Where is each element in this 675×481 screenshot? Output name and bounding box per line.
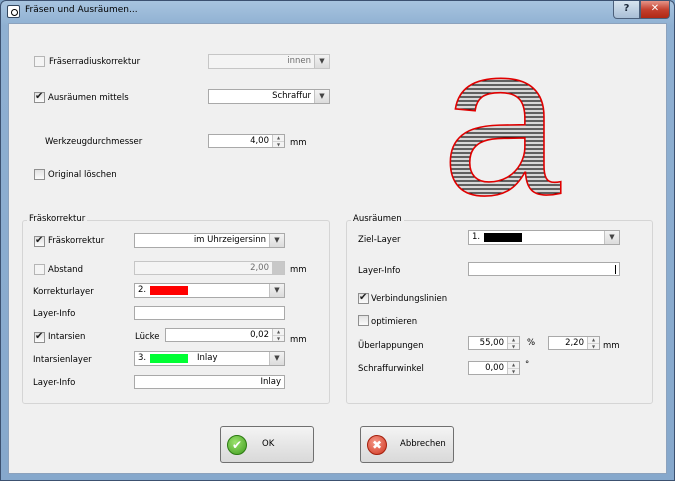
ueberlappungen-mm-unit: mm — [603, 341, 620, 351]
ueberlappungen-percent-value: 55,00 — [479, 338, 504, 348]
title-bar[interactable]: Fräsen und Ausräumen... ? ✕ — [1, 1, 674, 23]
abstand-value: 2,00 — [250, 263, 269, 273]
text-cursor — [615, 265, 616, 274]
layerinfo2-input[interactable]: Inlay — [134, 375, 285, 389]
spin-down-icon[interactable]: ▼ — [508, 343, 519, 349]
werkzeug-spinner[interactable]: 4,00 ▲ ▼ — [208, 134, 285, 148]
fraeserradius-select-value: innen — [287, 56, 311, 66]
abstand-unit: mm — [290, 265, 307, 275]
chevron-down-icon: ▼ — [604, 231, 619, 244]
layerinfo2-label: Layer-Info — [33, 378, 76, 388]
abstand-spinner[interactable]: 2,00 — [134, 261, 285, 275]
spin-buttons[interactable]: ▲ ▼ — [507, 362, 519, 374]
ausraeumen-select[interactable]: Schraffur ▼ — [208, 89, 330, 104]
korrekturlayer-label: Korrekturlayer — [33, 287, 94, 297]
ausraeumen-select-value: Schraffur — [272, 91, 311, 101]
abstand-checkbox[interactable] — [34, 264, 45, 275]
fraeserradius-label: Fräserradiuskorrektur — [49, 57, 141, 67]
ziellayer-number: 1. — [472, 232, 481, 242]
ziellayer-color-swatch — [484, 233, 522, 242]
fraeskorrektur-checkbox[interactable] — [34, 234, 45, 248]
layerinfo1-label: Layer-Info — [33, 309, 76, 319]
cancel-button-label: Abbrechen — [400, 439, 446, 449]
ausraeumen-group-title: Ausräumen — [351, 214, 404, 224]
ziellayer-label: Ziel-Layer — [358, 235, 401, 245]
spin-buttons[interactable]: ▲ ▼ — [272, 135, 284, 147]
preview-letter: a — [441, 24, 561, 204]
preview-glyph: a — [440, 24, 562, 204]
abstand-label: Abstand — [48, 265, 83, 275]
intarsien-checkbox[interactable] — [34, 330, 45, 344]
schraffurwinkel-unit: ° — [525, 360, 530, 370]
intarsienlayer-color-swatch — [150, 354, 188, 363]
fraeskorrektur-select[interactable]: im Uhrzeigersinn ▼ — [134, 233, 285, 248]
werkzeug-value: 4,00 — [250, 136, 269, 146]
chevron-down-icon: ▼ — [314, 55, 329, 68]
chevron-down-icon: ▼ — [269, 352, 284, 365]
original-loeschen-checkbox[interactable] — [34, 169, 45, 180]
ziellayer-select[interactable]: 1. ▼ — [468, 230, 620, 245]
ueberlappungen-percent-unit: % — [527, 338, 536, 348]
ausraeumen-layerinfo-label: Layer-Info — [358, 266, 401, 276]
intarsien-label: Intarsien — [48, 332, 86, 342]
layerinfo2-value: Inlay — [260, 377, 282, 387]
ausraeumen-layerinfo-input[interactable] — [468, 262, 620, 276]
fraeskorrektur-label: Fräskorrektur — [48, 236, 105, 246]
ueberlappungen-mm-spinner[interactable]: 2,20 ▲ ▼ — [548, 336, 600, 350]
chevron-down-icon: ▼ — [269, 234, 284, 247]
ausraeumen-group — [346, 220, 653, 404]
ok-button-label: OK — [262, 439, 275, 449]
intarsienlayer-select[interactable]: 3. Inlay ▼ — [134, 351, 285, 366]
luecke-label: Lücke — [135, 332, 160, 342]
ausraeumen-checkbox[interactable] — [34, 90, 45, 104]
ueberlappungen-percent-spinner[interactable]: 55,00 ▲ ▼ — [468, 336, 520, 350]
cancel-button[interactable]: ✖ Abbrechen — [360, 426, 454, 463]
fraeskorrektur-group-title: Fräskorrektur — [27, 214, 88, 224]
korrekturlayer-color-swatch — [150, 286, 188, 295]
optimieren-label: optimieren — [371, 317, 418, 327]
dialog-client-area: Fräserradiuskorrektur innen ▼ Ausräumen … — [8, 23, 667, 474]
spin-buttons[interactable] — [272, 262, 284, 274]
korrekturlayer-select[interactable]: 2. ▼ — [134, 283, 285, 298]
window-title: Fräsen und Ausräumen... — [25, 5, 138, 15]
spin-down-icon[interactable]: ▼ — [273, 335, 284, 341]
close-button[interactable]: ✕ — [640, 1, 670, 19]
spin-buttons[interactable]: ▲ ▼ — [587, 337, 599, 349]
help-button[interactable]: ? — [613, 1, 640, 19]
verbindungslinien-label: Verbindungslinien — [371, 294, 448, 304]
cross-icon: ✖ — [367, 435, 387, 455]
spin-buttons[interactable]: ▲ ▼ — [272, 329, 284, 341]
ok-button[interactable]: ✔ OK — [220, 426, 314, 463]
luecke-spinner[interactable]: 0,02 ▲ ▼ — [165, 328, 285, 342]
spin-down-icon[interactable]: ▼ — [508, 368, 519, 374]
verbindungslinien-checkbox[interactable] — [358, 291, 369, 305]
ueberlappungen-mm-value: 2,20 — [565, 338, 584, 348]
intarsienlayer-number: 3. — [138, 353, 147, 363]
app-icon — [7, 5, 20, 18]
schraffurwinkel-value: 0,00 — [485, 363, 504, 373]
checkmark-icon: ✔ — [227, 435, 247, 455]
luecke-unit: mm — [290, 335, 307, 345]
intarsienlayer-label: Intarsienlayer — [33, 355, 92, 365]
spin-down-icon[interactable]: ▼ — [588, 343, 599, 349]
schraffurwinkel-spinner[interactable]: 0,00 ▲ ▼ — [468, 361, 520, 375]
schraffurwinkel-label: Schraffurwinkel — [358, 364, 424, 374]
fraeserradius-select[interactable]: innen ▼ — [208, 54, 330, 69]
ausraeumen-label: Ausräumen mittels — [48, 93, 129, 103]
werkzeug-label: Werkzeugdurchmesser — [45, 137, 143, 147]
spin-buttons[interactable]: ▲ ▼ — [507, 337, 519, 349]
ueberlappungen-label: Überlappungen — [358, 341, 424, 351]
werkzeug-unit: mm — [290, 138, 307, 148]
original-loeschen-label: Original löschen — [48, 170, 117, 180]
layerinfo1-input[interactable] — [134, 306, 285, 320]
fraeserradius-checkbox[interactable] — [34, 56, 45, 67]
chevron-down-icon: ▼ — [269, 284, 284, 297]
fraeskorrektur-select-value: im Uhrzeigersinn — [193, 235, 266, 245]
spin-down-icon[interactable]: ▼ — [273, 141, 284, 147]
chevron-down-icon: ▼ — [314, 90, 329, 103]
optimieren-checkbox[interactable] — [358, 315, 369, 326]
luecke-value: 0,02 — [250, 330, 269, 340]
korrekturlayer-number: 2. — [138, 285, 147, 295]
intarsienlayer-value: Inlay — [197, 353, 218, 363]
